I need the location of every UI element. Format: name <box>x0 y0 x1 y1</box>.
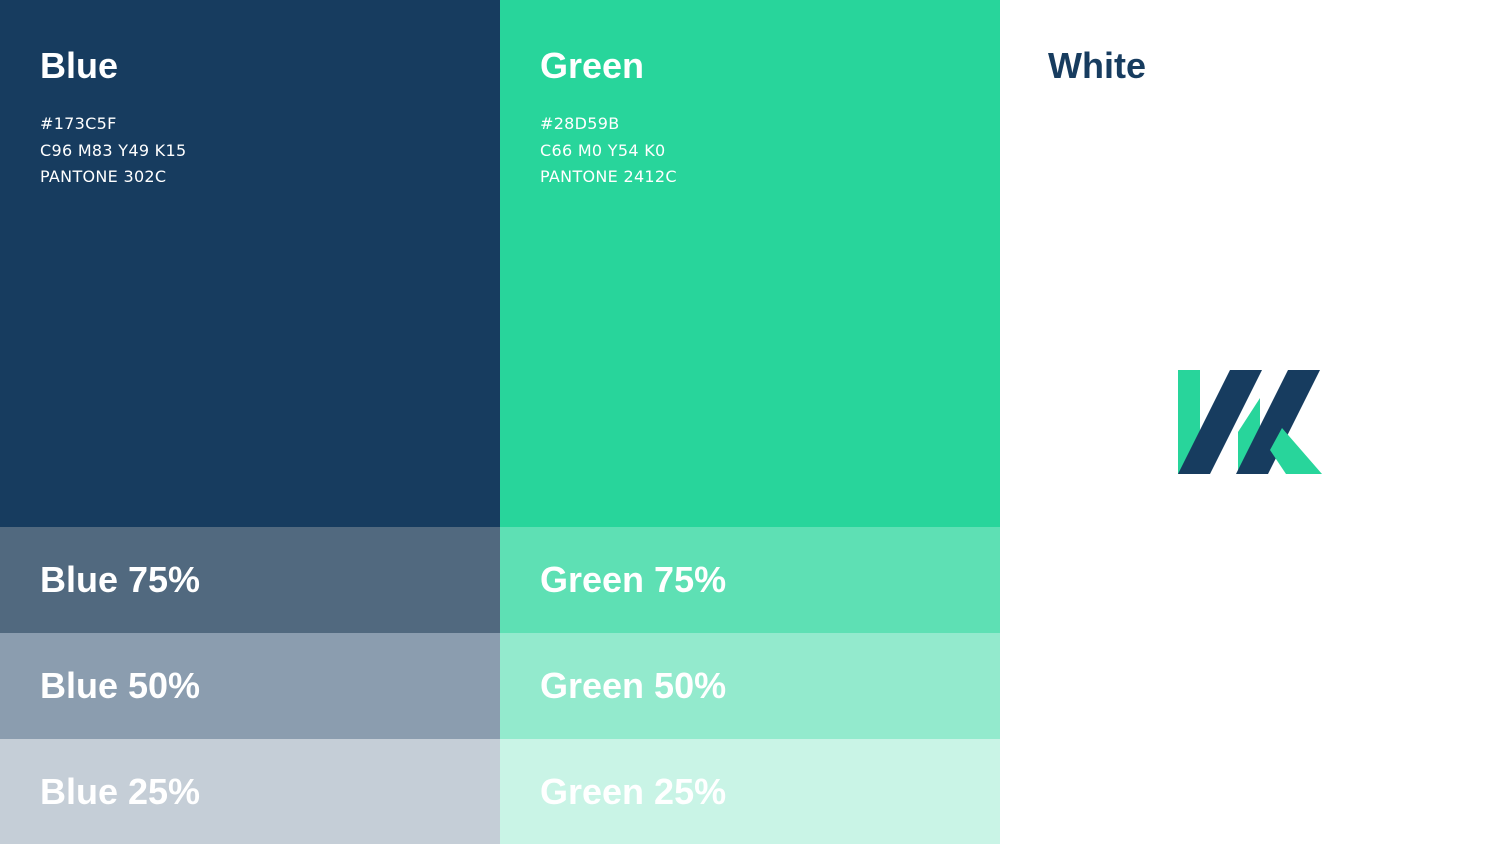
brand-monogram-icon <box>1178 370 1322 474</box>
green-75-swatch: Green 75% <box>500 527 1000 633</box>
color-palette: Blue #173C5F C96 M83 Y49 K15 PANTONE 302… <box>0 0 1500 844</box>
blue-swatch: Blue #173C5F C96 M83 Y49 K15 PANTONE 302… <box>0 0 500 527</box>
green-pantone: PANTONE 2412C <box>540 167 677 186</box>
green-25-label: Green 25% <box>540 770 727 812</box>
blue-25-label: Blue 25% <box>40 770 201 812</box>
blue-title: Blue <box>40 45 119 86</box>
blue-cmyk: C96 M83 Y49 K15 <box>40 140 187 160</box>
blue-50-label: Blue 50% <box>40 665 201 706</box>
blue-pantone: PANTONE 302C <box>40 167 167 186</box>
green-25-swatch: Green 25% <box>500 739 1000 844</box>
white-title: White <box>1048 45 1146 86</box>
green-specs: #28D59B C66 M0 Y54 K0 PANTONE 2412C <box>540 111 677 191</box>
white-column: White <box>1000 0 1500 844</box>
green-column: Green #28D59B C66 M0 Y54 K0 PANTONE 2412… <box>500 0 1000 844</box>
blue-specs: #173C5F C96 M83 Y49 K15 PANTONE 302C <box>40 111 186 191</box>
green-75-label: Green 75% <box>540 559 727 600</box>
green-title: Green <box>540 45 645 86</box>
blue-hex: #173C5F <box>40 114 117 133</box>
green-50-swatch: Green 50% <box>500 633 1000 739</box>
green-hex: #28D59B <box>540 114 620 133</box>
blue-25-swatch: Blue 25% <box>0 739 500 844</box>
blue-column: Blue #173C5F C96 M83 Y49 K15 PANTONE 302… <box>0 0 500 844</box>
blue-50-swatch: Blue 50% <box>0 633 500 739</box>
blue-75-label: Blue 75% <box>40 559 201 600</box>
green-cmyk: C66 M0 Y54 K0 <box>540 140 666 160</box>
green-50-label: Green 50% <box>540 665 727 706</box>
green-swatch: Green #28D59B C66 M0 Y54 K0 PANTONE 2412… <box>500 0 1000 527</box>
blue-75-swatch: Blue 75% <box>0 527 500 633</box>
